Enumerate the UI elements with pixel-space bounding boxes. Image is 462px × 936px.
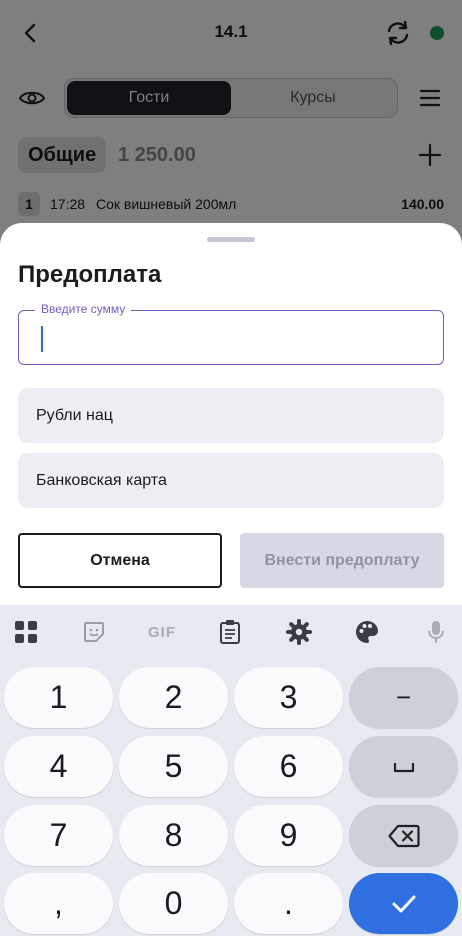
- key-7[interactable]: 7: [4, 805, 113, 866]
- amount-input[interactable]: [33, 321, 423, 355]
- sheet-drag-handle[interactable]: [207, 237, 255, 242]
- key-period[interactable]: .: [234, 873, 343, 934]
- palette-icon[interactable]: [352, 617, 382, 647]
- payment-method-card[interactable]: Банковская карта: [18, 453, 444, 508]
- key-3[interactable]: 3: [234, 667, 343, 728]
- cancel-button[interactable]: Отмена: [18, 533, 222, 588]
- amount-field-label: Введите сумму: [35, 302, 132, 316]
- key-backspace[interactable]: [349, 805, 458, 866]
- backspace-icon: [387, 824, 420, 847]
- keyboard-toolbar: GIF: [0, 605, 462, 659]
- numeric-keyboard: GIF 1 2 3 − 4 5 6 7 8 9 , 0 .: [0, 605, 462, 936]
- sheet-title: Предоплата: [18, 261, 162, 288]
- key-5[interactable]: 5: [119, 736, 228, 797]
- key-2[interactable]: 2: [119, 667, 228, 728]
- amount-field[interactable]: Введите сумму: [18, 302, 444, 365]
- microphone-icon[interactable]: [421, 617, 451, 647]
- key-4[interactable]: 4: [4, 736, 113, 797]
- key-1[interactable]: 1: [4, 667, 113, 728]
- text-cursor: [41, 326, 43, 352]
- settings-gear-icon[interactable]: [284, 617, 314, 647]
- apps-grid-icon[interactable]: [11, 617, 41, 647]
- clipboard-icon[interactable]: [215, 617, 245, 647]
- key-8[interactable]: 8: [119, 805, 228, 866]
- submit-prepayment-button[interactable]: Внести предоплату: [240, 533, 444, 588]
- checkmark-icon: [392, 895, 415, 912]
- key-0[interactable]: 0: [119, 873, 228, 934]
- key-comma[interactable]: ,: [4, 873, 113, 934]
- key-6[interactable]: 6: [234, 736, 343, 797]
- payment-method-rubles[interactable]: Рубли нац: [18, 388, 444, 443]
- key-enter[interactable]: [349, 873, 458, 934]
- sticker-icon[interactable]: [79, 617, 109, 647]
- key-9[interactable]: 9: [234, 805, 343, 866]
- space-bar-icon: [393, 762, 414, 772]
- key-minus[interactable]: −: [349, 667, 458, 728]
- gif-icon[interactable]: GIF: [145, 617, 179, 647]
- key-space[interactable]: [349, 736, 458, 797]
